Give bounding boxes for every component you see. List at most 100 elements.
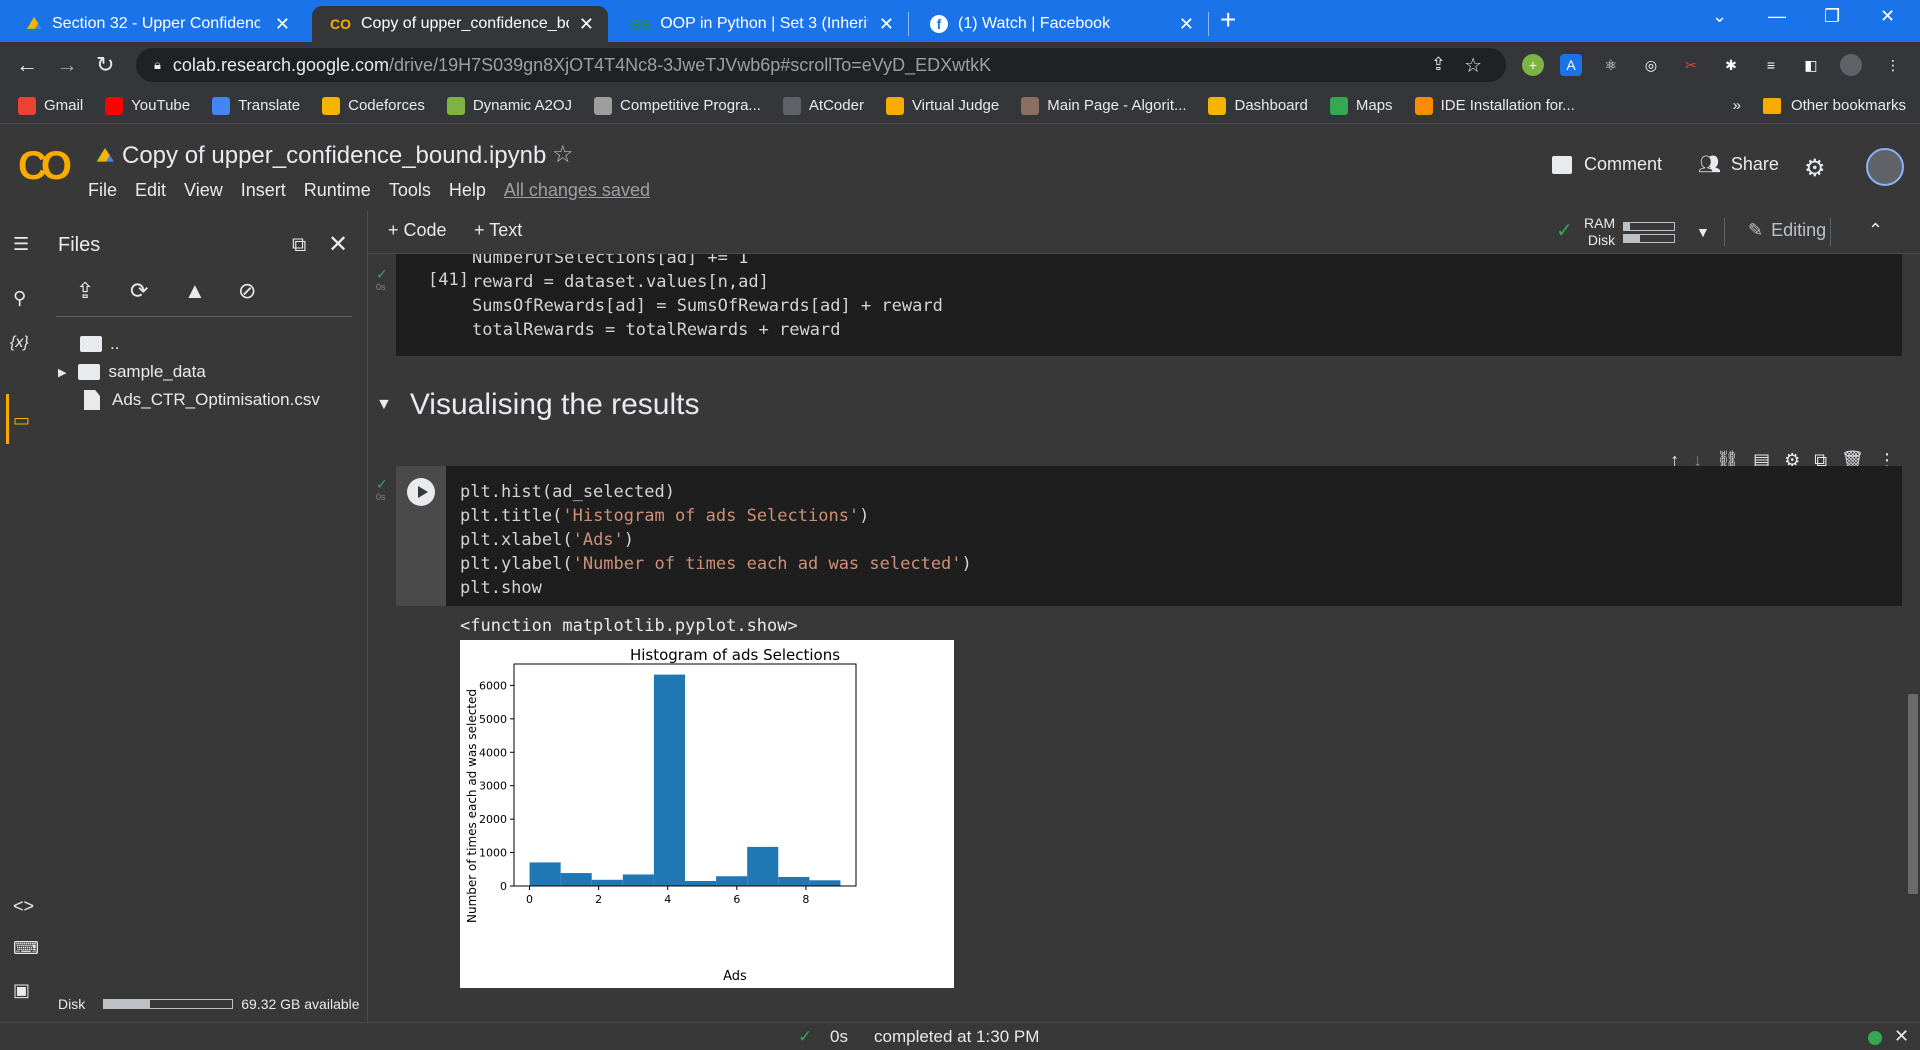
bookmark-atcoder[interactable]: AtCoder <box>782 96 864 115</box>
menu-help[interactable]: Help <box>449 180 486 201</box>
settings-gear-icon[interactable]: ⚙ <box>1804 154 1826 183</box>
files-folder-icon[interactable]: ▭ <box>13 410 30 431</box>
code-snippets-icon[interactable]: <> <box>13 896 34 917</box>
forward-arrow-icon[interactable]: → <box>56 52 78 78</box>
mount-drive-icon[interactable]: ▲ <box>184 278 210 304</box>
menu-tools[interactable]: Tools <box>389 180 431 201</box>
menu-file[interactable]: File <box>88 180 117 201</box>
section-heading[interactable]: ▼ Visualising the results <box>376 388 699 422</box>
bookmark-dashboard[interactable]: Dashboard <box>1208 96 1308 115</box>
dashboard-icon <box>1208 96 1227 115</box>
command-palette-icon[interactable]: ⌨ <box>13 938 39 959</box>
open-in-tab-icon[interactable]: ⧉ <box>292 234 306 257</box>
close-tab-icon[interactable]: ✕ <box>275 14 290 35</box>
status-completed[interactable]: completed at 1:30 PM <box>874 1027 1039 1047</box>
extension-react-icon[interactable]: ⚛ <box>1600 54 1622 76</box>
browser-tab-1[interactable]: Section 32 - Upper Confidence B ✕ <box>8 6 304 42</box>
collapse-section-icon[interactable]: ▼ <box>376 396 392 414</box>
extension-target-icon[interactable]: ◎ <box>1640 54 1662 76</box>
bookmark-youtube[interactable]: YouTube <box>105 96 190 115</box>
bookmark-virtual-judge[interactable]: Virtual Judge <box>885 96 999 115</box>
scrollbar-thumb[interactable] <box>1908 694 1918 894</box>
code-token: plt.hist(ad_selected) <box>460 482 675 502</box>
menu-runtime[interactable]: Runtime <box>304 180 371 201</box>
resources-dropdown-icon[interactable]: ▼ <box>1696 224 1710 240</box>
x-tick-label: 4 <box>664 893 671 906</box>
browser-tab-3[interactable]: GG OOP in Python | Set 3 (Inheritanc ✕ <box>612 6 908 42</box>
code-cell-1[interactable]: [41] NumberOfSelections[ad] += 1 reward =… <box>396 254 1902 356</box>
bookmark-dynamic-a2oj[interactable]: Dynamic A2OJ <box>446 96 572 115</box>
code-editor[interactable]: NumberOfSelections[ad] += 1 reward = data… <box>472 254 943 342</box>
menu-view[interactable]: View <box>184 180 223 201</box>
editing-mode-button[interactable]: ✎ Editing <box>1748 220 1826 241</box>
tree-item-csv[interactable]: Ads_CTR_Optimisation.csv <box>80 390 320 410</box>
browser-tab-4[interactable]: f (1) Watch | Facebook ✕ <box>912 6 1208 42</box>
code-token: ) <box>623 530 635 550</box>
upload-file-icon[interactable]: ⇪ <box>76 278 102 304</box>
tree-item-parent[interactable]: .. <box>80 334 119 354</box>
disk-available: 69.32 GB available <box>241 996 360 1012</box>
tab-search-icon[interactable]: ⌄ <box>1712 6 1727 27</box>
add-text-button[interactable]: + Text <box>474 220 522 241</box>
bookmark-competitive-progra[interactable]: Competitive Progra... <box>594 96 761 115</box>
restore-icon[interactable]: ❐ <box>1824 6 1840 27</box>
tree-item-sample-data[interactable]: ▶ sample_data <box>58 362 206 382</box>
notebook-scrollbar[interactable] <box>1906 254 1920 1022</box>
table-of-contents-icon[interactable]: ☰ <box>13 234 29 255</box>
histogram-bar <box>778 877 810 886</box>
extension-translate-icon[interactable]: A <box>1560 54 1582 76</box>
bookmarks-overflow-icon[interactable]: » <box>1733 97 1741 114</box>
bookmark-codeforces[interactable]: Codeforces <box>322 96 425 115</box>
other-bookmarks[interactable]: Other bookmarks <box>1762 97 1906 114</box>
reload-icon[interactable]: ↻ <box>96 52 114 78</box>
bookmark-gmail[interactable]: Gmail <box>18 96 83 115</box>
profile-avatar-icon[interactable] <box>1840 54 1862 76</box>
histogram-bar <box>809 880 841 886</box>
bookmark-maps[interactable]: Maps <box>1329 96 1393 115</box>
close-tab-icon[interactable]: ✕ <box>579 14 594 35</box>
search-icon[interactable]: ⚲ <box>13 288 26 309</box>
share-page-icon[interactable]: ⇪ <box>1431 54 1446 75</box>
variables-icon[interactable]: {x} <box>10 334 29 352</box>
expand-arrow-icon[interactable]: ▶ <box>58 366 66 379</box>
star-notebook-icon[interactable]: ☆ <box>552 140 574 169</box>
hide-files-icon[interactable]: ⊘ <box>238 278 264 304</box>
collapse-header-icon[interactable]: ⌃ <box>1868 220 1883 241</box>
menu-insert[interactable]: Insert <box>241 180 286 201</box>
bookmark-ide-installation-for[interactable]: IDE Installation for... <box>1414 96 1575 115</box>
bookmark-main-page-algorit[interactable]: Main Page - Algorit... <box>1021 96 1186 115</box>
close-panel-icon[interactable]: ✕ <box>328 230 348 259</box>
close-tab-icon[interactable]: ✕ <box>1179 14 1194 35</box>
window-close-icon[interactable]: ✕ <box>1880 6 1895 27</box>
run-cell-button[interactable] <box>407 478 435 506</box>
bookmark-translate[interactable]: Translate <box>212 96 300 115</box>
refresh-folder-icon[interactable]: ⟳ <box>130 278 156 304</box>
browser-menu-icon[interactable]: ⋮ <box>1882 54 1904 76</box>
extensions-puzzle-icon[interactable]: ✱ <box>1720 54 1742 76</box>
new-tab-icon[interactable]: + <box>1220 4 1236 36</box>
close-status-icon[interactable]: ✕ <box>1894 1026 1909 1047</box>
browser-tab-2[interactable]: CO Copy of upper_confidence_boun ✕ <box>312 6 608 42</box>
extension-plus-icon[interactable]: + <box>1522 54 1544 76</box>
reading-list-icon[interactable]: ≡ <box>1760 54 1782 76</box>
side-panel-icon[interactable]: ◧ <box>1800 54 1822 76</box>
code-editor[interactable]: plt.hist(ad_selected) plt.title('Histogra… <box>460 480 972 600</box>
comment-button[interactable]: Comment <box>1552 154 1662 175</box>
share-button[interactable]: 👥︎ Share <box>1698 154 1779 175</box>
terminal-icon[interactable]: ▣ <box>13 980 30 1001</box>
bookmark-star-icon[interactable]: ☆ <box>1464 53 1482 78</box>
url-field[interactable]: 🔒︎ colab.research.google.com /drive/19H7… <box>136 48 1506 82</box>
minimize-icon[interactable]: — <box>1768 6 1786 27</box>
code-cell-2[interactable]: plt.hist(ad_selected) plt.title('Histogra… <box>396 466 1902 606</box>
notebook-title[interactable]: Copy of upper_confidence_bound.ipynb <box>96 142 546 170</box>
menu-edit[interactable]: Edit <box>135 180 166 201</box>
close-tab-icon[interactable]: ✕ <box>879 14 894 35</box>
back-arrow-icon[interactable]: ← <box>16 52 38 78</box>
notebook-title-text[interactable]: Copy of upper_confidence_bound.ipynb <box>122 142 546 170</box>
extension-clip-icon[interactable]: ✂ <box>1680 54 1702 76</box>
user-avatar[interactable] <box>1866 148 1904 186</box>
colab-logo[interactable]: CO <box>18 144 72 189</box>
add-code-button[interactable]: + Code <box>388 220 447 241</box>
save-status[interactable]: All changes saved <box>504 180 650 201</box>
folder-up-icon <box>80 336 102 352</box>
